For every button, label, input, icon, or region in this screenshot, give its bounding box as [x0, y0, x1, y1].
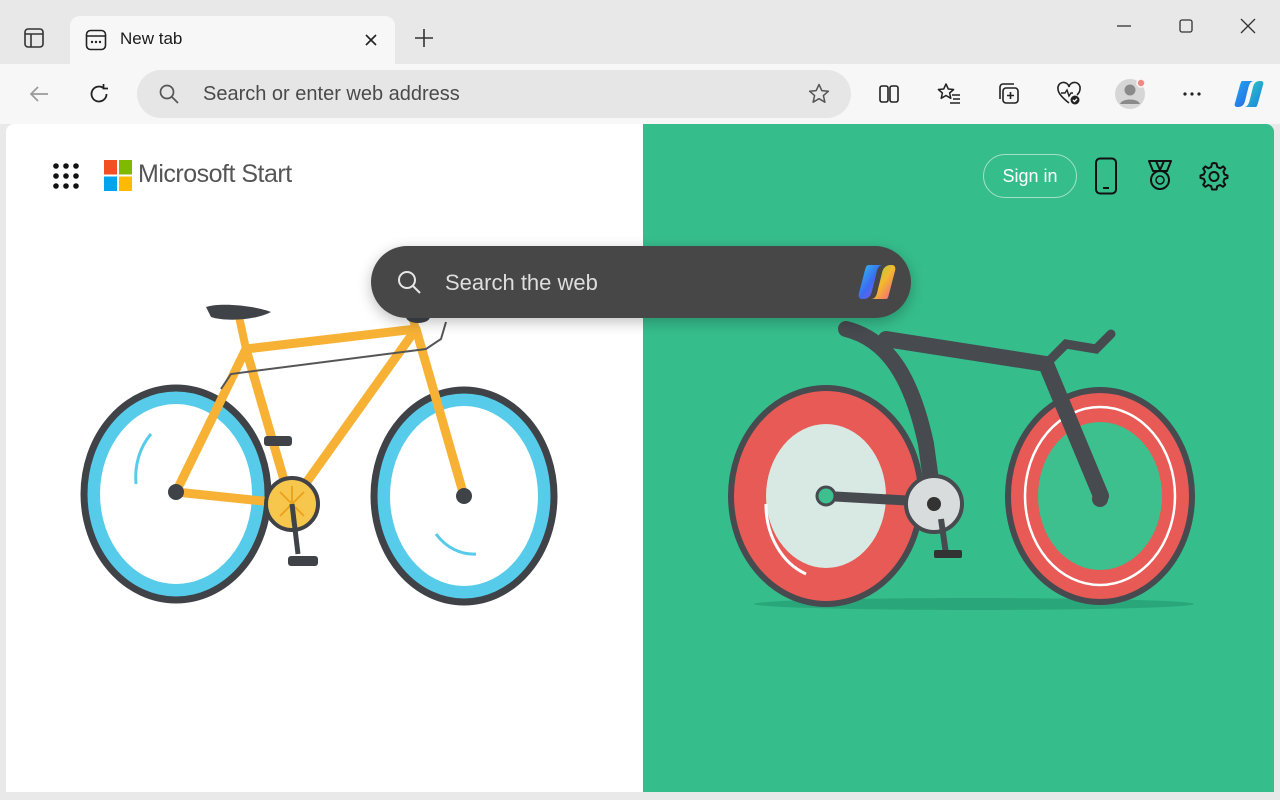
tab-actions-icon [24, 28, 44, 48]
close-window-button[interactable] [1228, 8, 1268, 44]
active-tab[interactable]: New tab [70, 16, 395, 66]
search-icon [398, 271, 421, 294]
web-search-input[interactable]: Search the web [445, 270, 598, 296]
add-favorite-button[interactable] [805, 80, 833, 108]
refresh-icon [90, 84, 108, 103]
new-tab-icon [415, 29, 433, 47]
new-tab-page: Microsoft Start Sign in Search the web [6, 124, 1274, 792]
copilot-icon[interactable] [855, 260, 899, 304]
split-screen-button[interactable] [869, 74, 909, 114]
settings-icon [1199, 162, 1229, 191]
microsoft-logo [104, 160, 132, 191]
collections-button[interactable] [989, 74, 1029, 114]
maximize-icon [1179, 19, 1193, 33]
tab-actions-button[interactable] [14, 18, 54, 58]
bicycles-illustration [80, 304, 1195, 610]
copilot-button[interactable] [1229, 74, 1269, 114]
yellow-bicycle [80, 304, 558, 606]
more-button[interactable] [1172, 74, 1212, 114]
new-tab-page-icon [85, 29, 107, 51]
web-search-box[interactable]: Search the web [371, 246, 911, 318]
favorites-button[interactable] [929, 74, 969, 114]
address-bar[interactable]: Search or enter web address [137, 70, 851, 118]
refresh-button[interactable] [79, 74, 119, 114]
profile-button[interactable] [1110, 74, 1150, 114]
settings-button[interactable] [1196, 158, 1232, 194]
tab-close-button[interactable] [359, 28, 383, 52]
split-screen-icon [879, 85, 899, 103]
maximize-button[interactable] [1166, 8, 1206, 44]
title-bar: New tab [0, 0, 1280, 66]
minimize-button[interactable] [1104, 8, 1144, 44]
more-icon [1183, 92, 1201, 96]
browser-essentials-icon [1057, 81, 1081, 105]
copilot-icon [1234, 81, 1264, 107]
favorites-icon [937, 83, 960, 104]
brand-name[interactable]: Microsoft Start [138, 160, 292, 189]
phone-button[interactable] [1088, 157, 1124, 195]
apps-waffle-icon[interactable] [50, 160, 82, 192]
red-bicycle [728, 321, 1195, 610]
close-window-icon [1240, 18, 1256, 34]
rewards-button[interactable] [1142, 158, 1178, 194]
browser-essentials-button[interactable] [1049, 74, 1089, 114]
browser-toolbar: Search or enter web address [0, 64, 1280, 124]
rewards-icon [1148, 160, 1172, 190]
minimize-icon [1117, 25, 1131, 27]
back-icon [29, 86, 48, 102]
star-icon [808, 83, 830, 103]
profile-icon [1115, 78, 1146, 109]
sign-in-button[interactable]: Sign in [983, 154, 1077, 198]
search-icon [159, 84, 179, 104]
address-input[interactable]: Search or enter web address [203, 83, 460, 106]
close-icon [365, 34, 377, 46]
collections-icon [999, 83, 1019, 104]
phone-icon [1095, 157, 1117, 195]
tab-title: New tab [120, 29, 183, 48]
back-button[interactable] [19, 74, 59, 114]
new-tab-button[interactable] [408, 22, 440, 54]
